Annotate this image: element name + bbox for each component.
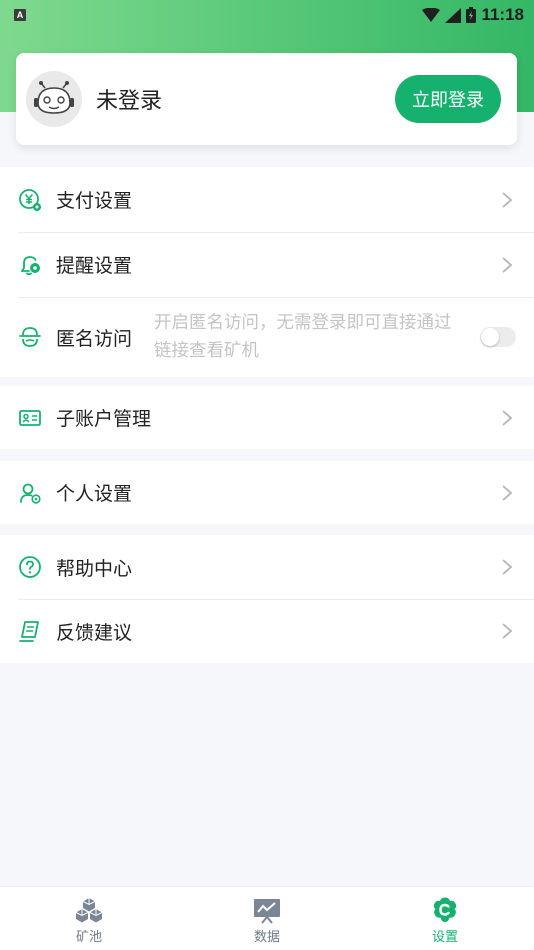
settings-item-subaccount[interactable]: 子账户管理: [0, 386, 534, 449]
settings-item-label: 个人设置: [56, 483, 133, 505]
bottom-tab-bar: 矿池 数据 设置: [0, 886, 534, 950]
chevron-right-icon: [502, 191, 513, 208]
signal-icon: [445, 7, 462, 23]
settings-item-label: 反馈建议: [56, 621, 133, 644]
settings-item-label: 匿名访问: [56, 327, 133, 350]
settings-flower-icon: [431, 896, 459, 924]
status-time: 11:18: [481, 5, 524, 24]
help-circle-icon: [18, 555, 42, 579]
settings-item-personal[interactable]: 个人设置: [0, 461, 534, 524]
tab-label: 设置: [431, 930, 458, 945]
settings-group-subaccount: 子账户管理: [0, 386, 534, 449]
settings-group-support: 帮助中心 反馈建议: [0, 535, 534, 663]
settings-item-feedback[interactable]: 反馈建议: [0, 599, 534, 663]
sim-indicator: A: [14, 9, 26, 21]
tab-pool[interactable]: 矿池: [0, 887, 178, 950]
settings-item-reminder[interactable]: 提醒设置: [0, 232, 534, 297]
status-bar: A 11:18: [0, 0, 534, 30]
battery-icon: [466, 7, 477, 23]
user-gear-icon: [18, 481, 42, 505]
cubes-icon: [75, 896, 103, 924]
settings-item-payment[interactable]: 支付设置: [0, 167, 534, 232]
wifi-icon: [422, 8, 441, 22]
settings-group-general: 支付设置 提醒设置 匿名访问 开启匿名访问，无需登录即可直接通过链接查看矿机: [0, 167, 534, 377]
chart-board-icon: [253, 896, 281, 924]
tab-data[interactable]: 数据: [178, 887, 356, 950]
chevron-right-icon: [502, 256, 513, 273]
chevron-right-icon: [502, 484, 513, 501]
anonymous-description: 开启匿名访问，无需登录即可直接通过链接查看矿机: [154, 313, 452, 361]
login-button[interactable]: 立即登录: [395, 75, 501, 123]
tab-label: 矿池: [75, 930, 102, 945]
chevron-right-icon: [502, 623, 513, 639]
account-card: 未登录 立即登录: [16, 53, 517, 145]
toggle-knob: [481, 328, 499, 346]
settings-item-label: 提醒设置: [56, 255, 133, 277]
settings-item-label: 支付设置: [56, 190, 133, 212]
yuan-gear-icon: [18, 188, 42, 212]
tab-settings[interactable]: 设置: [356, 887, 534, 950]
tab-label: 数据: [253, 930, 280, 945]
feedback-note-icon: [18, 619, 42, 643]
settings-item-anonymous: 匿名访问 开启匿名访问，无需登录即可直接通过链接查看矿机: [0, 297, 534, 377]
id-card-icon: [18, 406, 42, 430]
status-right: 11:18: [422, 5, 524, 25]
chevron-right-icon: [502, 559, 513, 575]
settings-item-label: 子账户管理: [56, 408, 152, 430]
chevron-right-icon: [502, 409, 513, 426]
robot-avatar-icon: [26, 71, 82, 127]
settings-group-personal: 个人设置: [0, 461, 534, 524]
settings-item-label: 帮助中心: [56, 557, 133, 580]
settings-item-help[interactable]: 帮助中心: [0, 535, 534, 599]
login-status-text: 未登录: [96, 89, 163, 114]
anonymous-toggle[interactable]: [480, 327, 516, 347]
incognito-icon: [18, 325, 42, 349]
bell-gear-icon: [18, 253, 42, 277]
